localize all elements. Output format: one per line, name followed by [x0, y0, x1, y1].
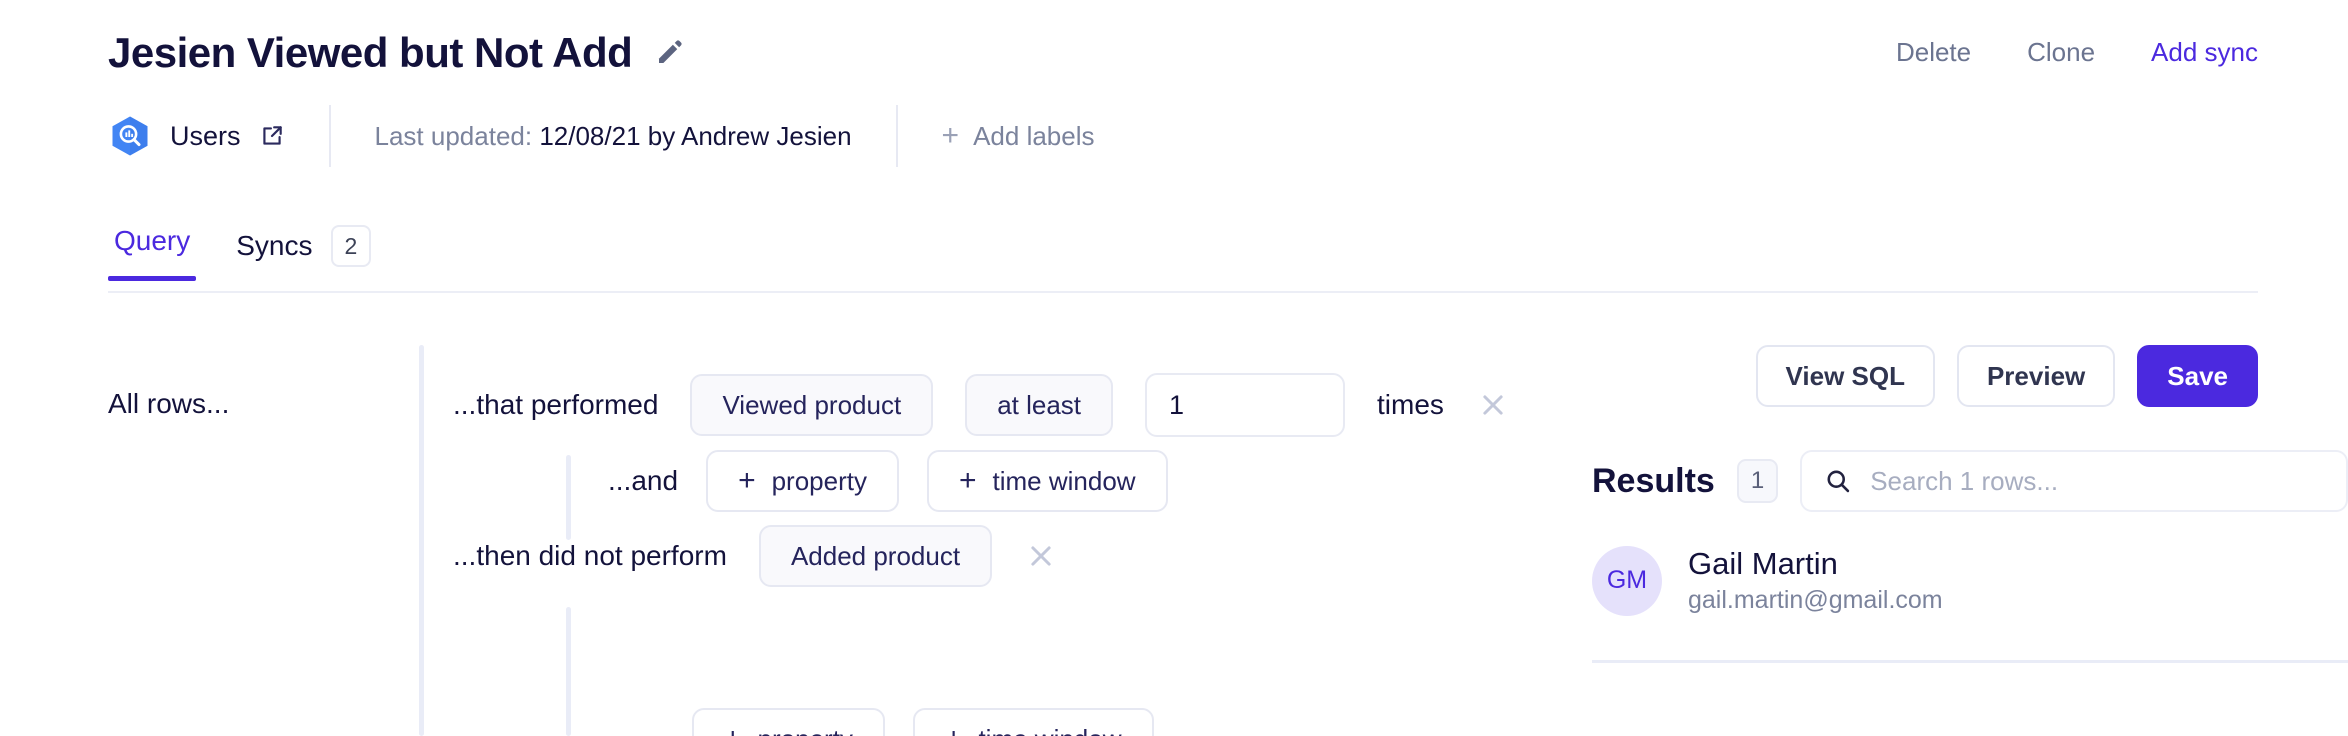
tab-query[interactable]: Query	[108, 225, 197, 281]
bigquery-hexagon-icon	[112, 116, 148, 156]
plus-icon: +	[945, 724, 963, 736]
tab-syncs-label: Syncs	[236, 230, 313, 261]
plus-icon: +	[941, 119, 960, 152]
clause-performed-modifiers: ...and + property + time window	[608, 450, 1168, 512]
page-header: Jesien Viewed but Not Add Delete Clone A…	[0, 0, 2348, 105]
query-builder: All rows... ...that performed Viewed pro…	[108, 345, 1558, 736]
count-input[interactable]	[1145, 373, 1346, 437]
clause-not-performed-modifiers: + property + time window	[608, 708, 1154, 736]
results-header: Results 1	[1592, 450, 2348, 512]
clone-button[interactable]: Clone	[2027, 37, 2095, 68]
add-time-window-button-1[interactable]: + time window	[926, 450, 1168, 512]
results-title: Results	[1592, 461, 1715, 500]
delete-button[interactable]: Delete	[1896, 37, 1971, 68]
external-link-icon[interactable]	[259, 123, 285, 149]
result-name: Gail Martin	[1688, 546, 1838, 581]
page-title: Jesien Viewed but Not Add	[108, 28, 633, 76]
tab-syncs[interactable]: Syncs 2	[230, 225, 377, 289]
clause-not-performed: ...then did not perform Added product	[453, 525, 1058, 587]
header-actions: Delete Clone Add sync	[1896, 37, 2258, 68]
view-sql-button[interactable]: View SQL	[1755, 345, 1935, 407]
title-group: Jesien Viewed but Not Add	[108, 28, 684, 76]
plus-icon: +	[724, 724, 742, 736]
add-property-button-1[interactable]: + property	[706, 450, 899, 512]
search-icon	[1827, 470, 1850, 493]
branch-line-2	[566, 607, 571, 736]
source-label: Users	[170, 120, 241, 151]
tab-query-label: Query	[114, 225, 191, 256]
preview-button[interactable]: Preview	[1956, 345, 2116, 407]
tab-bar: Query Syncs 2	[108, 225, 2258, 293]
add-time-window-button-2[interactable]: + time window	[912, 708, 1154, 736]
result-text-group: Gail Martin gail.martin@gmail.com	[1688, 545, 1943, 616]
add-time-window-label: time window	[992, 465, 1136, 496]
all-rows-label: All rows...	[108, 388, 230, 419]
result-email: gail.martin@gmail.com	[1688, 585, 1943, 614]
results-count-badge: 1	[1736, 459, 1779, 503]
source-link[interactable]: Users	[108, 114, 285, 158]
results-search-box[interactable]	[1800, 450, 2348, 512]
results-panel: View SQL Preview Save Results 1 GM Gail …	[1592, 345, 2348, 736]
last-updated-value: 12/08/21 by Andrew Jesien	[539, 120, 852, 151]
avatar: GM	[1592, 545, 1662, 616]
pencil-icon[interactable]	[654, 38, 684, 68]
save-button[interactable]: Save	[2137, 345, 2258, 407]
meta-divider-1	[328, 105, 331, 167]
add-labels-button[interactable]: + Add labels	[942, 121, 1095, 152]
add-sync-button[interactable]: Add sync	[2151, 37, 2258, 68]
add-property-label: property	[758, 724, 853, 736]
clause-performed: ...that performed Viewed product at leas…	[453, 373, 1510, 437]
add-labels-label: Add labels	[973, 120, 1095, 151]
list-item[interactable]: GM Gail Martin gail.martin@gmail.com	[1592, 545, 2348, 664]
results-actions: View SQL Preview Save	[1755, 345, 2258, 407]
remove-clause-performed-icon[interactable]	[1476, 388, 1510, 422]
add-property-button-2[interactable]: + property	[692, 708, 885, 736]
last-updated-prefix: Last updated:	[374, 120, 533, 151]
builder-trunk-line	[419, 345, 424, 736]
remove-clause-not-performed-icon[interactable]	[1024, 539, 1058, 573]
event-chip-added-product[interactable]: Added product	[758, 525, 993, 587]
tab-syncs-badge: 2	[330, 225, 372, 267]
plus-icon: +	[958, 464, 977, 497]
search-input[interactable]	[1870, 465, 2324, 497]
meta-row: Users Last updated: 12/08/21 by Andrew J…	[108, 105, 1095, 167]
and-label: ...and	[608, 465, 679, 496]
clause-not-performed-label: ...then did not perform	[453, 540, 727, 571]
operator-chip-at-least[interactable]: at least	[965, 374, 1114, 436]
times-label: times	[1377, 389, 1444, 420]
add-property-label: property	[771, 465, 867, 496]
meta-divider-2	[895, 105, 898, 167]
clause-performed-label: ...that performed	[453, 389, 659, 420]
add-time-window-label: time window	[978, 724, 1121, 736]
last-updated: Last updated: 12/08/21 by Andrew Jesien	[375, 121, 852, 152]
plus-icon: +	[738, 464, 756, 497]
event-chip-viewed-product[interactable]: Viewed product	[690, 374, 934, 436]
query-editor-page: Jesien Viewed but Not Add Delete Clone A…	[0, 0, 2348, 736]
